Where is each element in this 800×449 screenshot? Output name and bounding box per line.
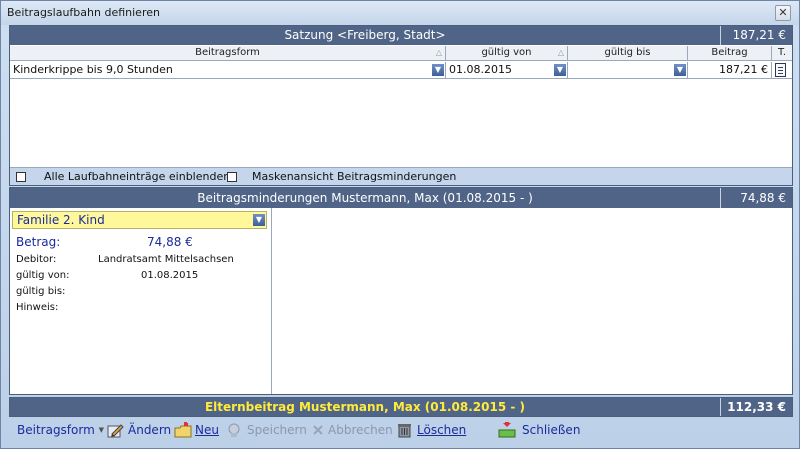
dialog-window: Beitragslaufbahn definieren ✕ Satzung <F… [0, 0, 800, 449]
aendern-label: Ändern [128, 423, 172, 437]
betrag-value: 74,88 € [147, 235, 193, 249]
edit-pencil-icon [107, 422, 125, 438]
minderungen-header: Beitragsminderungen Mustermann, Max (01.… [10, 188, 792, 208]
schliessen-label: Schließen [522, 423, 581, 437]
minderung-category-dropdown[interactable]: Familie 2. Kind ▼ [12, 211, 267, 229]
aendern-button[interactable]: Ändern [107, 422, 171, 438]
chevron-down-icon[interactable]: ▼ [253, 214, 265, 226]
neu-label: Neu [195, 423, 219, 437]
beitragsform-dropdown[interactable]: Kinderkrippe bis 9,0 Stunden ▼ [10, 62, 446, 79]
debitor-label: Debitor: [16, 254, 57, 265]
minderung-list: Familie 2. Kind ▼ Betrag: 74,88 € Debito… [10, 208, 272, 394]
chevron-down-icon: ▼ [98, 426, 105, 434]
toolbar: Beitragsform ▼ Ändern Neu Speichern Abbr… [1, 418, 799, 442]
gueltig-von-label: gültig von: [16, 270, 70, 281]
title-bar[interactable]: Beitragslaufbahn definieren ✕ [1, 1, 799, 25]
hinweis-label: Hinweis: [16, 302, 59, 313]
sort-icon: △ [435, 48, 442, 57]
gueltig-bis-label: gültig bis: [16, 286, 66, 297]
gueltig-von-value: 01.08.2015 [449, 63, 512, 76]
maskenansicht-label[interactable]: Maskenansicht Beitragsminderungen [252, 170, 456, 183]
elternbeitrag-amount: 112,33 € [720, 398, 792, 416]
gueltig-von-dropdown[interactable]: 01.08.2015 ▼ [446, 62, 568, 79]
col-beitragsform[interactable]: Beitragsform △ [10, 46, 446, 61]
new-folder-icon [174, 422, 192, 438]
abbrechen-button[interactable]: Abbrechen [311, 422, 393, 438]
schliessen-button[interactable]: Schließen [497, 422, 580, 438]
satzung-header: Satzung <Freiberg, Stadt> 187,21 € [10, 26, 792, 45]
cancel-icon [311, 422, 325, 438]
table-row[interactable]: Kinderkrippe bis 9,0 Stunden ▼ 01.08.201… [10, 62, 792, 79]
maskenansicht-checkbox[interactable] [227, 172, 237, 182]
sort-icon: △ [557, 48, 564, 57]
neu-button[interactable]: Neu [174, 422, 219, 438]
abbrechen-label: Abbrechen [328, 423, 393, 437]
loeschen-button[interactable]: Löschen [396, 422, 466, 438]
minderung-detail-area [273, 208, 792, 394]
t-cell[interactable] [772, 62, 792, 79]
chevron-down-icon[interactable]: ▼ [674, 64, 686, 76]
gueltig-von-value: 01.08.2015 [141, 270, 199, 281]
close-button[interactable]: ✕ [775, 5, 791, 21]
minderung-category-value: Familie 2. Kind [17, 213, 105, 227]
betrag-label: Betrag: [16, 235, 61, 249]
chevron-down-icon[interactable]: ▼ [554, 64, 566, 76]
col-gueltig-bis[interactable]: gültig bis [568, 46, 688, 61]
col-gueltig-von-label: gültig von [481, 47, 532, 58]
save-icon [226, 422, 244, 438]
speichern-button[interactable]: Speichern [226, 422, 307, 438]
col-gueltig-bis-label: gültig bis [604, 47, 651, 58]
speichern-label: Speichern [247, 423, 307, 437]
gueltig-bis-dropdown[interactable]: ▼ [568, 62, 688, 79]
grid-header: Beitragsform △ gültig von △ gültig bis B… [10, 46, 792, 61]
minderungen-panel: Beitragsminderungen Mustermann, Max (01.… [9, 187, 793, 395]
col-beitragsform-label: Beitragsform [195, 47, 260, 58]
col-gueltig-von[interactable]: gültig von △ [446, 46, 568, 61]
debitor-value: Landratsamt Mittelsachsen [98, 254, 234, 265]
col-beitrag-label: Beitrag [711, 47, 748, 58]
satzung-amount: 187,21 € [720, 26, 792, 45]
elternbeitrag-title: Elternbeitrag Mustermann, Max (01.08.201… [204, 400, 526, 414]
window-title: Beitragslaufbahn definieren [7, 6, 160, 19]
minderungen-amount: 74,88 € [720, 188, 792, 208]
beitragsform-menu-button[interactable]: Beitragsform ▼ [17, 422, 104, 438]
trash-icon [396, 422, 414, 438]
col-t-label: T. [777, 47, 787, 58]
col-beitrag[interactable]: Beitrag [688, 46, 772, 61]
document-icon[interactable] [775, 63, 786, 77]
col-t[interactable]: T. [772, 46, 792, 61]
loeschen-label: Löschen [417, 423, 467, 437]
minderungen-title: Beitragsminderungen Mustermann, Max (01.… [197, 191, 533, 205]
alle-laufbahn-label[interactable]: Alle Laufbahneinträge einblenden [44, 170, 230, 183]
exit-door-icon [497, 422, 519, 438]
beitragsform-menu-label: Beitragsform [17, 423, 95, 437]
satzung-panel: Satzung <Freiberg, Stadt> 187,21 € Beitr… [9, 25, 793, 186]
chevron-down-icon[interactable]: ▼ [432, 64, 444, 76]
beitrag-cell: 187,21 € [688, 62, 772, 79]
beitragsform-value: Kinderkrippe bis 9,0 Stunden [13, 63, 173, 76]
checkbox-row: Alle Laufbahneinträge einblenden Maskena… [10, 167, 792, 185]
satzung-title: Satzung <Freiberg, Stadt> [284, 28, 446, 42]
beitrag-value: 187,21 € [719, 63, 768, 76]
elternbeitrag-bar: Elternbeitrag Mustermann, Max (01.08.201… [9, 397, 793, 417]
alle-laufbahn-checkbox[interactable] [16, 172, 26, 182]
